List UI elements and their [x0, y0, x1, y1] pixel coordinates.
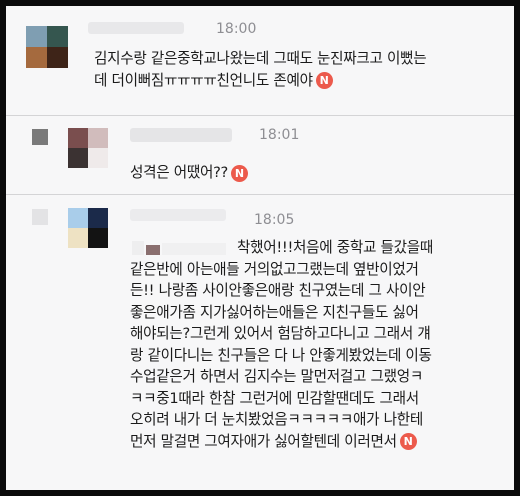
comment-line: 김지수랑 같은중학교나왔는데 그때도 눈진짜크고 이뻤는: [94, 50, 427, 67]
comment-line: 데 더이뻐짐ㅠㅠㅠㅠ친언니도 존예야 N: [94, 70, 506, 92]
new-badge: N: [231, 164, 248, 182]
comment-line: 좋은애가좀 지가싫어하는애들은 지친구들도 싫어: [130, 303, 419, 321]
comment-line: 성격은 어땠어?? N: [130, 162, 490, 184]
profile-avatar[interactable]: [68, 208, 108, 248]
comment-line: 착했어!!!처음에 중학교 들갔을때: [237, 239, 433, 256]
comment-line: ㅋㅋ중1때라 한참 그런거에 민감할땐데도 그래서: [130, 389, 419, 407]
comment-line: 해야되는?그런게 있어서 험담하고다니고 그래서 걔: [130, 325, 431, 342]
comment-line: 랑 같이다니는 친구들은 다 나 안좋게봤었는데 이동: [130, 346, 432, 364]
profile-avatar[interactable]: [26, 26, 68, 68]
comment-time: 18:00: [216, 21, 257, 37]
comment-text: 성격은 어땠어?? N: [130, 162, 490, 184]
comment-line-text: 먼저 말걸면 그여자애가 싫어할텐데 이러면서: [130, 432, 397, 450]
new-badge: N: [399, 433, 417, 450]
comment-text: 김지수랑 같은중학교나왔는데 그때도 눈진짜크고 이뻤는 데 더이뻐짐ㅠㅠㅠㅠ친…: [94, 48, 506, 91]
comment-time: 18:05: [254, 212, 295, 228]
new-badge: N: [315, 72, 333, 89]
comment-line: 먼저 말걸면 그여자애가 싫어할텐데 이러면서 N: [130, 431, 512, 453]
comment-time: 18:01: [259, 127, 300, 143]
comment-line: 수업같은거 하면서 김지수는 말먼저걸고 그랬엉ㅋ: [130, 368, 424, 385]
comment-2: 18:01 성격은 어땠어?? N: [6, 116, 514, 194]
profile-avatar-blurred[interactable]: [32, 209, 48, 225]
nickname-blurred: [130, 209, 226, 221]
nickname-blurred: [88, 22, 184, 34]
comment-text: 착했어!!!처음에 중학교 들갔을때 같은반에 아는애들 거의없고그랬는데 옆반…: [130, 237, 512, 452]
comment-thread: 18:00 김지수랑 같은중학교나왔는데 그때도 눈진짜크고 이뻤는 데 더이뻐…: [6, 6, 514, 490]
profile-avatar[interactable]: [68, 128, 108, 168]
comment-line: 같은반에 아는애들 거의없고그랬는데 옆반이었거: [130, 260, 419, 278]
comment-line-text: 성격은 어땠어??: [130, 164, 228, 181]
comment-3: 18:05 착했어!!!처음에 중학교 들갔을때 같은반에 아는애들 거의없고그…: [6, 195, 514, 490]
profile-avatar-blurred[interactable]: [32, 129, 48, 145]
comment-line: 든!! 나랑좀 사이안좋은애랑 친구였는데 그 사이안: [130, 282, 426, 299]
comment-line: 오히려 내가 더 눈치봤었음ㅋㅋㅋㅋㅋ애가 나한테: [130, 411, 424, 428]
comment-1: 18:00 김지수랑 같은중학교나왔는데 그때도 눈진짜크고 이뻤는 데 더이뻐…: [6, 6, 514, 114]
nickname-blurred: [130, 128, 232, 142]
comment-line-text: 데 더이뻐짐ㅠㅠㅠㅠ친언니도 존예야: [94, 71, 313, 89]
